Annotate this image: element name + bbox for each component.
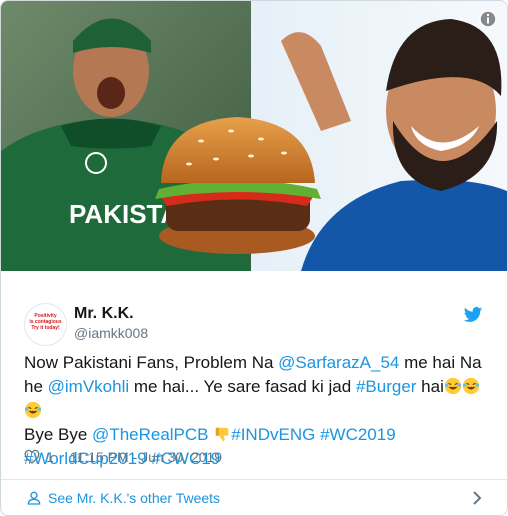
hashtag-indveng[interactable]: #INDvENG: [231, 425, 315, 444]
display-name[interactable]: Mr. K.K.: [74, 305, 134, 323]
see-more-tweets-link[interactable]: See Mr. K.K.'s other Tweets: [1, 480, 507, 515]
see-more-label[interactable]: See Mr. K.K.'s other Tweets: [48, 490, 220, 506]
laughing-emoji-icon: [444, 377, 461, 395]
laughing-emoji-icon: [24, 401, 42, 419]
mention-therealpcb[interactable]: @TheRealPCB: [92, 425, 208, 444]
mention-sarfaraz[interactable]: @SarfarazA_54: [278, 353, 399, 372]
thumbs-down-icon: [215, 427, 229, 442]
mention-vkohli[interactable]: @imVkohli: [48, 377, 130, 396]
text-seg-6: hai: [416, 377, 444, 396]
tweet-media-image[interactable]: PAKISTA: [1, 1, 507, 271]
twitter-bird-icon[interactable]: [463, 305, 483, 325]
avatar-line-3: Try it today!: [31, 325, 60, 331]
tweet-meta: 1 11:15 PM - Jun 30, 2019: [24, 449, 222, 465]
text-seg-0: Now Pakistani Fans, Problem Na: [24, 353, 279, 372]
avatar[interactable]: Positivity is contagious Try it today!: [24, 303, 67, 346]
embedded-tweet: PAKISTA Positivity is contagious Try it …: [0, 0, 508, 516]
heart-icon[interactable]: [24, 449, 40, 465]
hashtag-burger[interactable]: #Burger: [356, 377, 416, 396]
chevron-right-icon: [473, 491, 482, 505]
user-icon: [27, 491, 41, 505]
like-count[interactable]: 1: [46, 449, 54, 465]
text-bye: Bye Bye: [24, 425, 93, 444]
text-seg-4: me hai... Ye sare fasad ki jad: [129, 377, 356, 396]
hashtag-wc2019[interactable]: #WC2019: [320, 425, 396, 444]
user-handle[interactable]: @iamkk008: [74, 325, 148, 341]
tweet-timestamp[interactable]: 11:15 PM - Jun 30, 2019: [70, 449, 222, 465]
jersey-text: PAKISTA: [69, 199, 179, 229]
info-icon[interactable]: [478, 9, 498, 29]
media-illustration: PAKISTA: [1, 1, 507, 271]
laughing-emoji-icon: [462, 377, 479, 395]
avatar-text: Positivity is contagious Try it today!: [25, 313, 66, 331]
